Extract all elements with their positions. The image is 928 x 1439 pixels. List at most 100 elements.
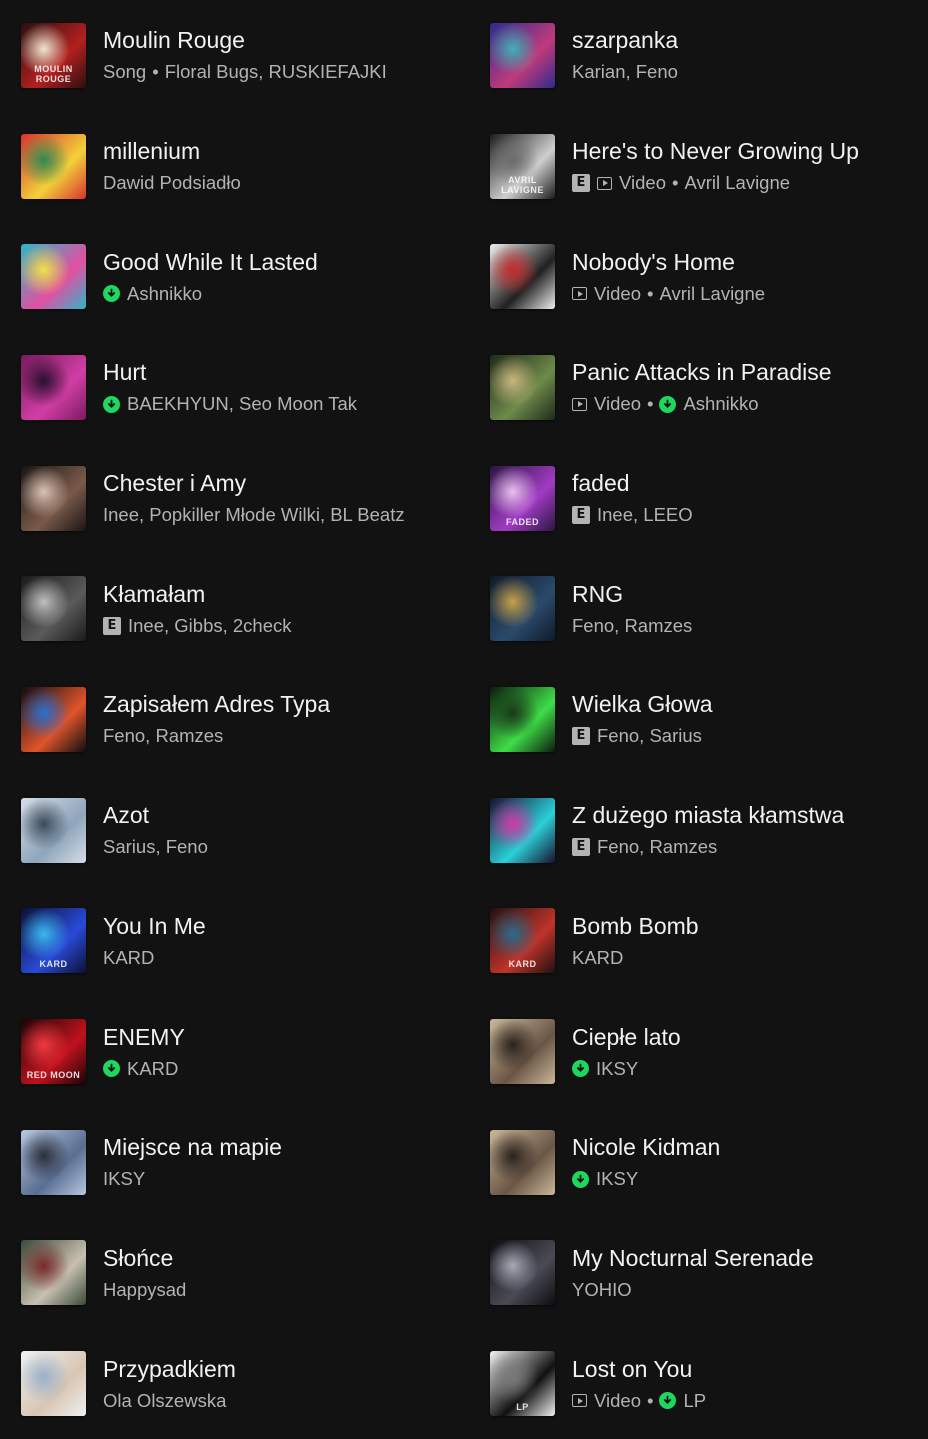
album-cover xyxy=(21,686,86,752)
video-icon xyxy=(572,287,587,301)
track-meta: Ciepłe lato IKSY xyxy=(572,1023,681,1081)
video-icon xyxy=(572,1394,587,1408)
track-title: Lost on You xyxy=(572,1355,693,1382)
track-artists: Happysad xyxy=(103,1278,187,1300)
track-item[interactable]: RNG Feno, Ramzes xyxy=(470,553,928,664)
track-meta: You In Me KARD xyxy=(103,912,206,970)
separator-dot: • xyxy=(646,393,654,415)
album-cover xyxy=(21,1129,86,1195)
track-artists: Feno, Ramzes xyxy=(597,836,718,858)
album-cover: KARD xyxy=(21,908,86,974)
track-item[interactable]: MOULIN ROUGE Moulin Rouge Song • Floral Bugs… xyxy=(0,0,470,111)
track-subtitle: Video • LP xyxy=(572,1389,706,1413)
album-cover xyxy=(21,465,86,531)
track-item[interactable]: Nobody's Home Video • Avril Lavigne xyxy=(470,221,928,332)
track-meta: Hurt BAEKHYUN, Seo Moon Tak xyxy=(103,358,357,416)
track-item[interactable]: Przypadkiem Ola Olszewska xyxy=(0,1328,470,1439)
track-meta: Here's to Never Growing Up E Video • Avril L… xyxy=(572,137,859,195)
track-artists: Floral Bugs, RUSKIEFAJKI xyxy=(164,61,387,83)
track-subtitle: Ashnikko xyxy=(103,282,318,306)
track-meta: My Nocturnal Serenade YOHIO xyxy=(572,1244,814,1302)
separator-dot: • xyxy=(152,61,159,83)
track-item[interactable]: AVRIL LAVIGNE Here's to Never Growing Up E… xyxy=(470,111,928,222)
track-artists: LP xyxy=(683,1389,707,1411)
track-subtitle: Feno, Ramzes xyxy=(572,614,692,638)
track-title: Z dużego miasta kłamstwa xyxy=(572,802,845,829)
album-cover xyxy=(490,686,555,752)
cover-art-text: AVRIL LAVIGNE xyxy=(501,174,544,195)
track-meta: Wielka Głowa E Feno, Sarius xyxy=(572,690,713,748)
track-artists: KARD xyxy=(572,946,624,968)
track-meta: Bomb Bomb KARD xyxy=(572,912,699,970)
track-item[interactable]: RED MOON ENEMY KARD xyxy=(0,996,470,1107)
explicit-badge-icon: E xyxy=(572,506,590,525)
track-subtitle: Happysad xyxy=(103,1278,186,1302)
track-item[interactable]: LP Lost on You Video • LP xyxy=(470,1328,928,1439)
track-item[interactable]: Z dużego miasta kłamstwa E Feno, Ramzes xyxy=(470,775,928,886)
track-item[interactable]: Słońce Happysad xyxy=(0,1218,470,1329)
album-cover xyxy=(490,22,555,88)
track-title: Panic Attacks in Paradise xyxy=(572,359,832,386)
track-artists: Feno, Ramzes xyxy=(103,725,224,747)
track-title: millenium xyxy=(103,138,201,165)
separator-dot: • xyxy=(646,282,654,304)
separator-dot: • xyxy=(671,172,679,194)
track-item[interactable]: FADED faded E Inee, LEEO xyxy=(470,443,928,554)
track-title: Ciepłe lato xyxy=(572,1023,681,1050)
track-meta: RNG Feno, Ramzes xyxy=(572,580,692,638)
track-meta: Chester i Amy Inee, Popkiller Młode Wilki… xyxy=(103,469,405,527)
track-meta: Lost on You Video • LP xyxy=(572,1355,706,1413)
track-subtitle: E Feno, Ramzes xyxy=(572,835,844,859)
track-meta: faded E Inee, LEEO xyxy=(572,469,693,527)
track-item[interactable]: Good While It Lasted Ashnikko xyxy=(0,221,470,332)
track-meta: millenium Dawid Podsiadło xyxy=(103,137,241,195)
track-artists: Ola Olszewska xyxy=(103,1389,227,1411)
album-cover: MOULIN ROUGE xyxy=(21,22,86,88)
album-cover xyxy=(490,244,555,310)
track-item[interactable]: Hurt BAEKHYUN, Seo Moon Tak xyxy=(0,332,470,443)
track-item[interactable]: Ciepłe lato IKSY xyxy=(470,996,928,1107)
separator-dot: • xyxy=(646,1389,654,1411)
track-item[interactable]: Chester i Amy Inee, Popkiller Młode Wilki… xyxy=(0,443,470,554)
album-cover: LP xyxy=(490,1351,555,1417)
track-title: Azot xyxy=(103,802,150,829)
track-subtitle: Sarius, Feno xyxy=(103,835,208,859)
track-item[interactable]: KARD Bomb Bomb KARD xyxy=(470,886,928,997)
cover-art-text: LP xyxy=(516,1402,529,1413)
track-title: My Nocturnal Serenade xyxy=(572,1244,814,1271)
downloaded-icon xyxy=(659,395,677,413)
track-artists: Avril Lavigne xyxy=(659,282,766,304)
track-subtitle: Dawid Podsiadło xyxy=(103,171,241,195)
track-item[interactable]: Kłamałam E Inee, Gibbs, 2check xyxy=(0,553,470,664)
track-subtitle: IKSY xyxy=(103,1167,282,1191)
cover-art-text: MOULIN ROUGE xyxy=(34,63,73,84)
track-item[interactable]: Wielka Głowa E Feno, Sarius xyxy=(470,664,928,775)
track-item[interactable]: Azot Sarius, Feno xyxy=(0,775,470,886)
downloaded-icon xyxy=(659,1392,677,1410)
album-cover xyxy=(21,797,86,863)
track-meta: Nobody's Home Video • Avril Lavigne xyxy=(572,248,765,306)
explicit-badge-icon: E xyxy=(572,838,590,857)
explicit-badge-icon: E xyxy=(103,616,121,635)
track-artists: YOHIO xyxy=(572,1278,632,1300)
track-subtitle: E Inee, LEEO xyxy=(572,503,693,527)
track-title: Słońce xyxy=(103,1244,174,1271)
track-item[interactable]: Miejsce na mapie IKSY xyxy=(0,1107,470,1218)
track-item[interactable]: Panic Attacks in Paradise Video • Ashnikko xyxy=(470,332,928,443)
track-title: Moulin Rouge xyxy=(103,27,245,54)
track-item[interactable]: millenium Dawid Podsiadło xyxy=(0,111,470,222)
video-icon xyxy=(572,397,587,411)
track-item[interactable]: My Nocturnal Serenade YOHIO xyxy=(470,1218,928,1329)
album-cover xyxy=(21,133,86,199)
downloaded-icon xyxy=(572,1060,589,1078)
track-subtitle: YOHIO xyxy=(572,1278,814,1302)
track-artists: IKSY xyxy=(596,1168,639,1190)
track-subtitle: Feno, Ramzes xyxy=(103,724,330,748)
track-artists: KARD xyxy=(103,946,155,968)
track-item[interactable]: Zapisałem Adres Typa Feno, Ramzes xyxy=(0,664,470,775)
track-artists: Avril Lavigne xyxy=(684,172,791,194)
track-item[interactable]: KARD You In Me KARD xyxy=(0,886,470,997)
track-item[interactable]: szarpanka Karian, Feno xyxy=(470,0,928,111)
track-meta: Good While It Lasted Ashnikko xyxy=(103,248,318,306)
track-item[interactable]: Nicole Kidman IKSY xyxy=(470,1107,928,1218)
